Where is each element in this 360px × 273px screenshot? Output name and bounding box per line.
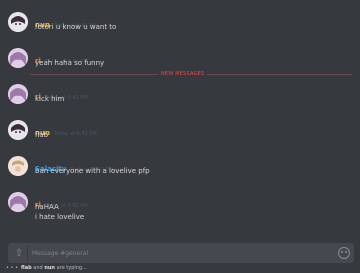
avatar[interactable] xyxy=(8,192,28,212)
message-text: haHAA xyxy=(35,203,59,211)
message-text: i hate lovelive xyxy=(35,213,85,221)
message-text: flab xyxy=(35,131,49,139)
avatar[interactable] xyxy=(8,156,28,176)
typing-user: flab xyxy=(21,265,32,271)
typing-indicator: • • • flab and nun are typing... xyxy=(6,265,87,271)
new-messages-label: NEW MESSAGES xyxy=(158,71,208,77)
avatar[interactable] xyxy=(8,48,28,68)
timestamp: Today at 6:42 PM xyxy=(53,131,97,137)
message-text: fotori u know u want to xyxy=(35,23,117,31)
upload-icon: ⇧ xyxy=(14,247,24,259)
avatar[interactable] xyxy=(8,84,28,104)
chat-messages: nun Today at 6:41 PM fotori u know u want… xyxy=(0,0,360,240)
emoji-icon[interactable] xyxy=(338,247,350,259)
message-text: yeah haha so funny xyxy=(35,59,105,67)
avatar[interactable] xyxy=(8,120,28,140)
typing-suffix: are typing... xyxy=(56,265,87,271)
typing-and: and xyxy=(33,265,43,271)
message-input[interactable] xyxy=(32,247,332,259)
message-text: kick him xyxy=(35,95,65,103)
message-text: ban everyone with a lovelive pfp xyxy=(35,167,150,175)
upload-button[interactable]: ⇧ xyxy=(11,245,28,261)
typing-dots-icon: • • • xyxy=(6,265,19,271)
avatar[interactable] xyxy=(8,12,28,32)
typing-user: nun xyxy=(44,265,55,271)
message-composer: ⇧ xyxy=(8,243,354,263)
